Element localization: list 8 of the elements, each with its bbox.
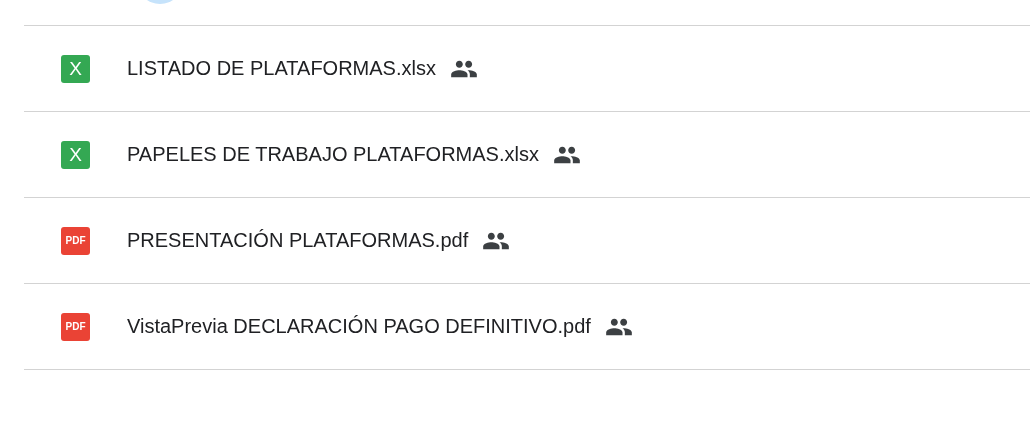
file-name[interactable]: PAPELES DE TRABAJO PLATAFORMAS.xlsx [127,143,539,166]
pdf-icon: PDF [61,312,90,341]
spreadsheet-icon: X [61,140,90,169]
file-name[interactable]: VistaPrevia DECLARACIÓN PAGO DEFINITIVO.pdf [127,315,591,338]
file-name[interactable]: PRESENTACIÓN PLATAFORMAS.pdf [127,229,469,252]
spreadsheet-icon: X [61,54,90,83]
pdf-icon: PDF [61,226,90,255]
file-name[interactable]: LISTADO DE PLATAFORMAS.xlsx [127,57,436,80]
